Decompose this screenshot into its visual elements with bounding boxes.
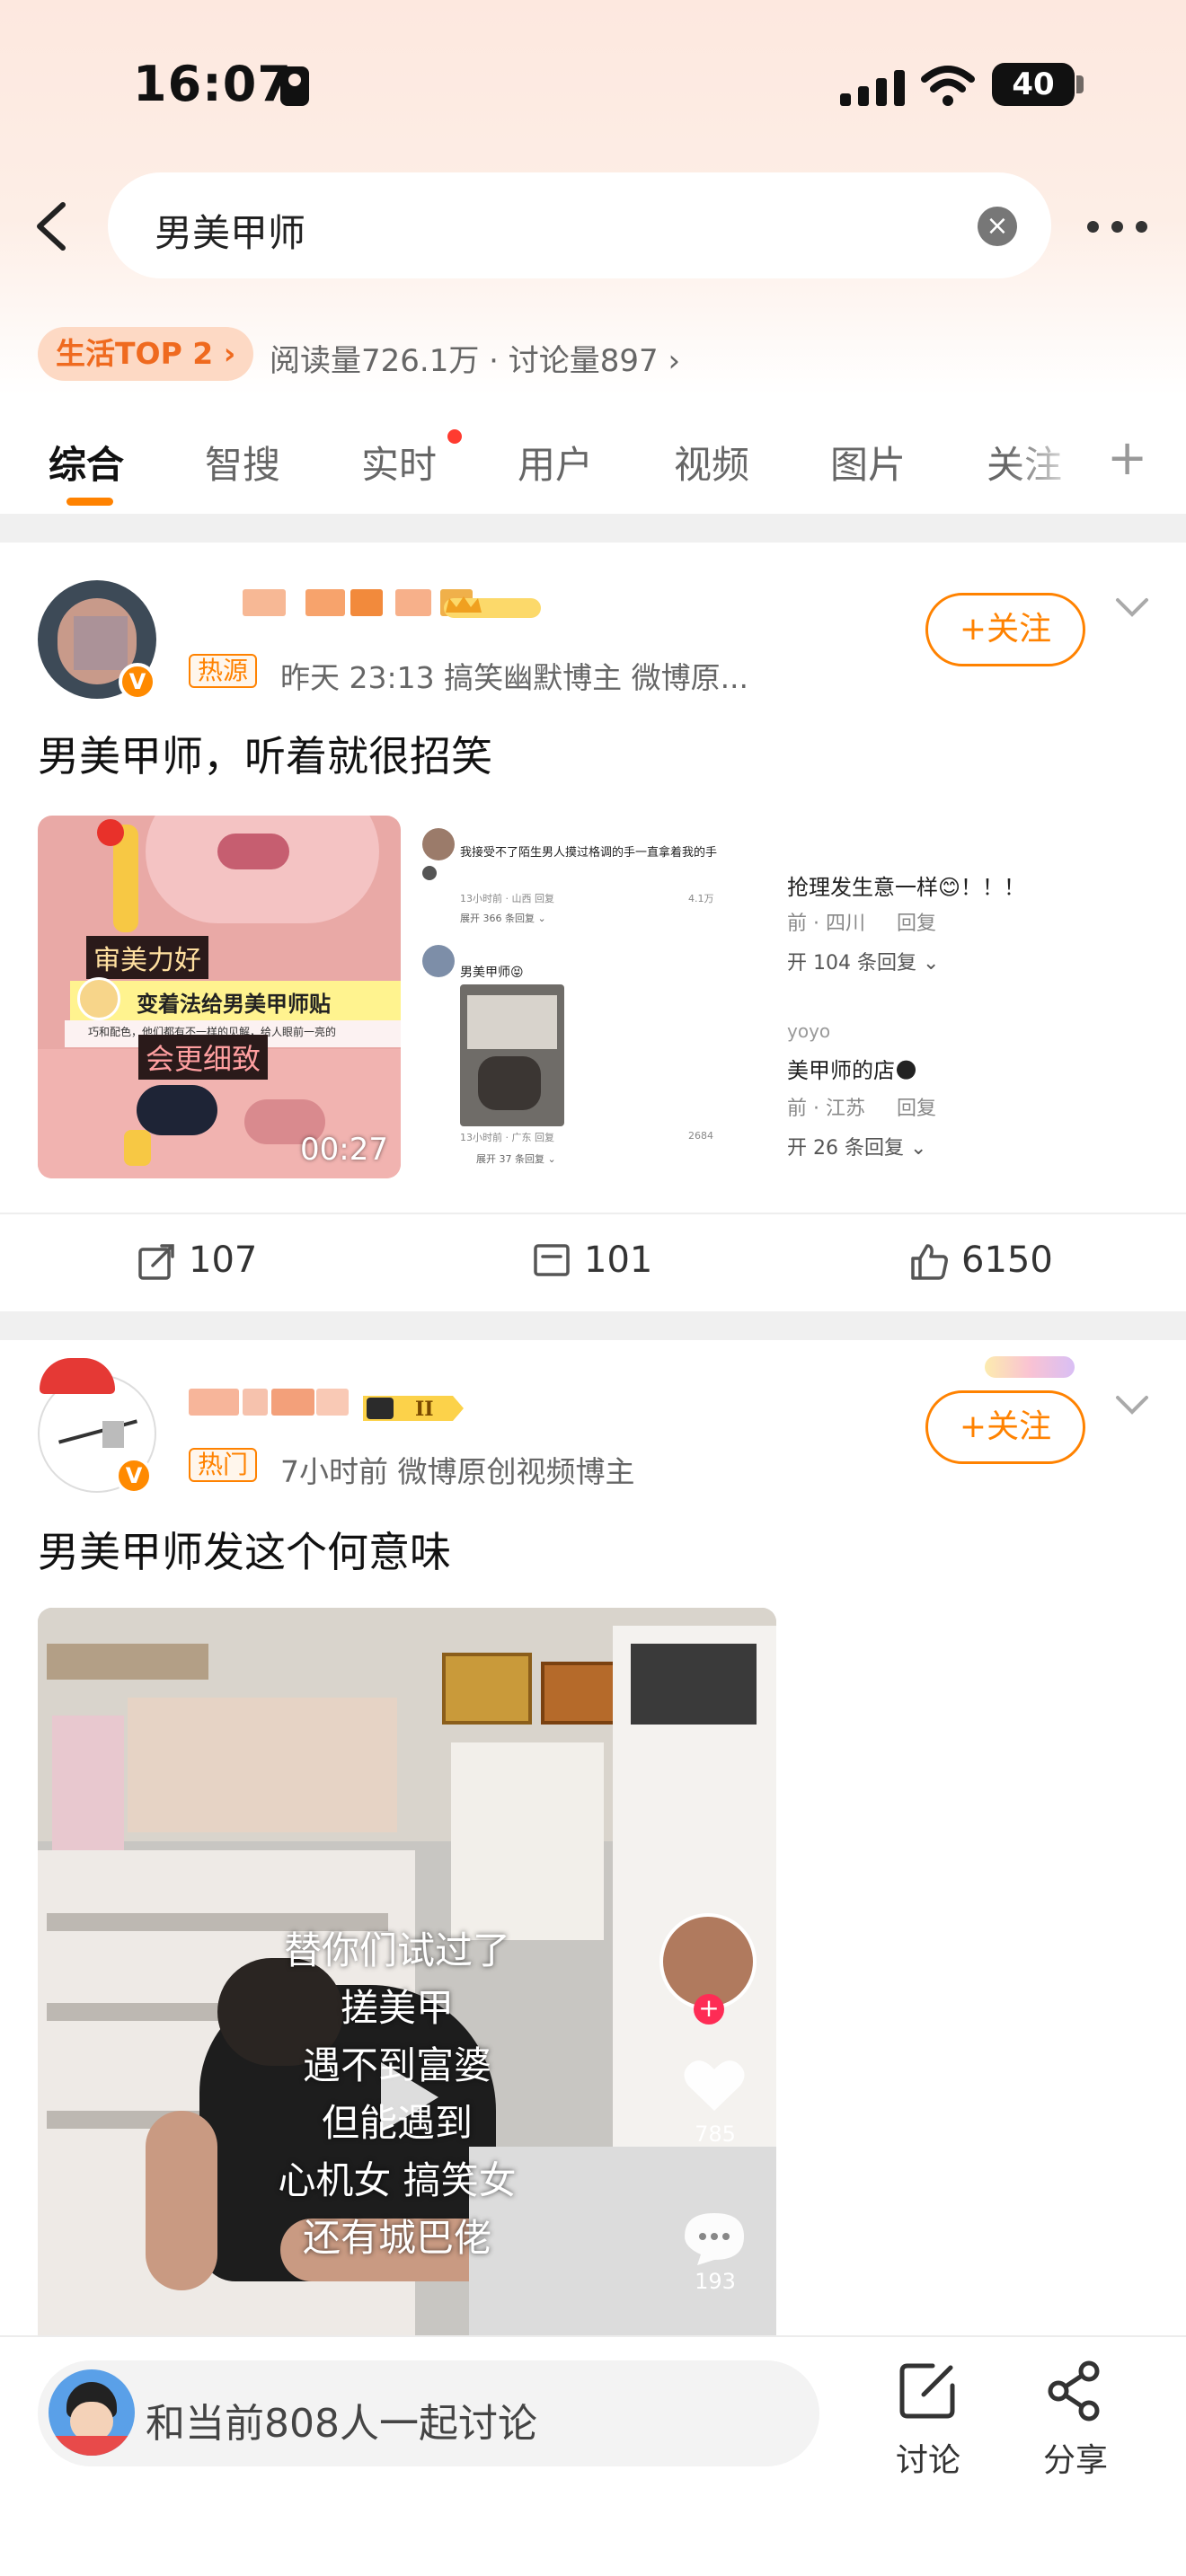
repost-count: 107 bbox=[189, 1239, 258, 1281]
search-input[interactable]: 男美甲师 × bbox=[108, 172, 1051, 278]
video-like-count: 785 bbox=[695, 2122, 736, 2147]
share-button[interactable]: 分享 bbox=[1026, 2359, 1125, 2481]
chevron-down-icon[interactable] bbox=[1114, 1394, 1150, 1416]
caption-line: 搓美甲 bbox=[340, 1986, 454, 2030]
comment-replies: 展开 37 条回复 ⌄ bbox=[476, 1153, 556, 1165]
section-divider bbox=[0, 1311, 1186, 1340]
share-label: 分享 bbox=[1042, 2442, 1108, 2479]
comment-meta: 13小时前 · 山西 回复 bbox=[460, 893, 554, 904]
video-caption-2: 变着法给男美甲师贴 bbox=[137, 992, 331, 1017]
comment-text: 男美甲师😝 bbox=[460, 966, 524, 980]
post-text[interactable]: 男美甲师，听着就很招笑 bbox=[38, 724, 492, 783]
post-image-comments-2[interactable]: 抢理发生意一样😊！！！ 前 · 四川 回复 开 104 条回复 ⌄ yoyo 美… bbox=[787, 816, 1150, 1178]
wifi-icon bbox=[921, 66, 975, 106]
new-content-dot bbox=[447, 429, 462, 444]
user-avatar bbox=[49, 2369, 135, 2456]
post-meta: 昨天 23:13 搞笑幽默博主 微博原... bbox=[280, 660, 749, 695]
like-count: 6150 bbox=[961, 1239, 1053, 1281]
section-divider bbox=[0, 514, 1186, 543]
comment-user: yoyo bbox=[787, 1020, 831, 1042]
back-arrow-icon[interactable] bbox=[29, 199, 74, 253]
cellular-signal-icon bbox=[840, 68, 905, 106]
comment-text: 抢理发生意一样😊！！！ bbox=[787, 875, 1026, 900]
tab-comprehensive[interactable]: 综合 bbox=[49, 435, 124, 490]
tab-videos[interactable]: 视频 bbox=[674, 435, 749, 490]
topic-stats[interactable]: 阅读量726.1万 · 讨论量897 › bbox=[270, 336, 680, 380]
level-badge: II bbox=[363, 1396, 464, 1421]
follow-button[interactable]: +关注 bbox=[925, 1390, 1085, 1464]
add-tab-icon[interactable]: + bbox=[1107, 429, 1147, 486]
discuss-text: 和当前808人一起讨论 bbox=[146, 2401, 537, 2447]
comment-icon bbox=[534, 1244, 570, 1276]
share-icon bbox=[1048, 2360, 1100, 2422]
clear-icon[interactable]: × bbox=[978, 207, 1017, 246]
repost-icon bbox=[138, 1244, 174, 1280]
comment-replies: 开 26 条回复 ⌄ bbox=[787, 1137, 927, 1160]
video-comment-count: 193 bbox=[695, 2269, 736, 2294]
tab-fade-overlay bbox=[1006, 422, 1105, 512]
battery-icon: 40 bbox=[992, 63, 1075, 106]
comment-meta: 前 · 江苏 回复 bbox=[787, 1098, 936, 1120]
tab-users[interactable]: 用户 bbox=[518, 435, 593, 490]
comment-meta: 前 · 四川 回复 bbox=[787, 913, 936, 935]
comment-button[interactable]: 101 bbox=[532, 1239, 652, 1282]
more-options-icon[interactable] bbox=[1087, 217, 1148, 235]
id-card-icon bbox=[280, 66, 309, 106]
tab-realtime[interactable]: 实时 bbox=[361, 435, 437, 490]
battery-level: 40 bbox=[1012, 66, 1055, 102]
verified-badge-icon: V bbox=[119, 663, 156, 701]
post-image-comments-1[interactable]: 我接受不了陌生男人摸过格调的手一直拿着我的手 13小时前 · 山西 回复 4.1… bbox=[413, 816, 776, 1178]
play-icon[interactable] bbox=[372, 2057, 444, 2138]
thumbs-up-icon bbox=[911, 1244, 948, 1280]
username-blurred[interactable] bbox=[189, 1383, 350, 1419]
video-caption-1: 审美力好 bbox=[86, 936, 208, 979]
tab-smart-search[interactable]: 智搜 bbox=[205, 435, 280, 490]
follow-button[interactable]: +关注 bbox=[925, 593, 1085, 666]
search-query: 男美甲师 bbox=[155, 211, 306, 255]
comment-count: 101 bbox=[584, 1239, 653, 1281]
hot-source-tag: 热源 bbox=[189, 654, 258, 688]
video-caption-4: 会更细致 bbox=[138, 1035, 269, 1080]
comment-bubble-icon[interactable] bbox=[681, 2210, 748, 2269]
post-text[interactable]: 男美甲师发这个何意味 bbox=[38, 1520, 451, 1579]
bottom-bar: 和当前808人一起讨论 讨论 分享 bbox=[0, 2335, 1186, 2576]
svg-text:II: II bbox=[415, 1398, 434, 1421]
discuss-input[interactable]: 和当前808人一起讨论 bbox=[38, 2360, 819, 2466]
santa-hat-decoration bbox=[40, 1358, 115, 1394]
chevron-down-icon[interactable] bbox=[1114, 596, 1150, 618]
comment-meta: 13小时前 · 广东 回复 bbox=[460, 1132, 554, 1143]
like-button[interactable]: 6150 bbox=[909, 1239, 1053, 1282]
post-video-thumbnail[interactable]: 审美力好 变着法给男美甲师贴 巧和配色，他们都有不一样的见解，给人眼前一亮的 会… bbox=[38, 816, 401, 1178]
comment-likes: 4.1万 bbox=[688, 893, 714, 904]
discuss-label: 讨论 bbox=[895, 2442, 960, 2479]
comment-text: 我接受不了陌生男人摸过格调的手一直拿着我的手 bbox=[460, 846, 718, 860]
comment-text: 美甲师的店🌑 bbox=[787, 1058, 918, 1083]
decoration-badge bbox=[985, 1356, 1075, 1378]
discuss-button[interactable]: 讨论 bbox=[879, 2359, 978, 2481]
verified-badge-icon: V bbox=[115, 1457, 153, 1495]
status-time: 16:07 bbox=[133, 56, 292, 112]
status-bar: 16:07 40 bbox=[0, 0, 1186, 171]
vip-crown-badge bbox=[444, 596, 541, 618]
heart-icon[interactable] bbox=[681, 2057, 748, 2114]
comment-replies: 开 104 条回复 ⌄ bbox=[787, 952, 940, 975]
rank-badge[interactable]: 生活TOP 2 › bbox=[38, 327, 254, 381]
hot-tag: 热门 bbox=[189, 1448, 258, 1482]
comment-replies: 展开 366 条回复 ⌄ bbox=[460, 913, 546, 924]
caption-line: 替你们试过了 bbox=[283, 1928, 510, 1972]
battery-cap bbox=[1076, 75, 1084, 93]
comment-likes: 2684 bbox=[688, 1130, 713, 1142]
post-video[interactable]: 替你们试过了 搓美甲 遇不到富婆 但能遇到 心机女 搞笑女 还有城巴佬 + 78… bbox=[38, 1608, 776, 2335]
repost-button[interactable]: 107 bbox=[137, 1239, 257, 1282]
active-tab-indicator bbox=[66, 498, 113, 506]
caption-line: 还有城巴佬 bbox=[302, 2216, 491, 2260]
compose-icon bbox=[899, 2363, 955, 2419]
follow-plus-icon[interactable]: + bbox=[694, 1994, 724, 2025]
tab-images[interactable]: 图片 bbox=[830, 435, 906, 490]
post-action-bar: 107 101 6150 bbox=[0, 1213, 1186, 1311]
post-meta: 7小时前 微博原创视频博主 bbox=[280, 1454, 635, 1489]
video-duration: 00:27 bbox=[300, 1132, 388, 1168]
caption-line: 心机女 搞笑女 bbox=[278, 2158, 517, 2202]
